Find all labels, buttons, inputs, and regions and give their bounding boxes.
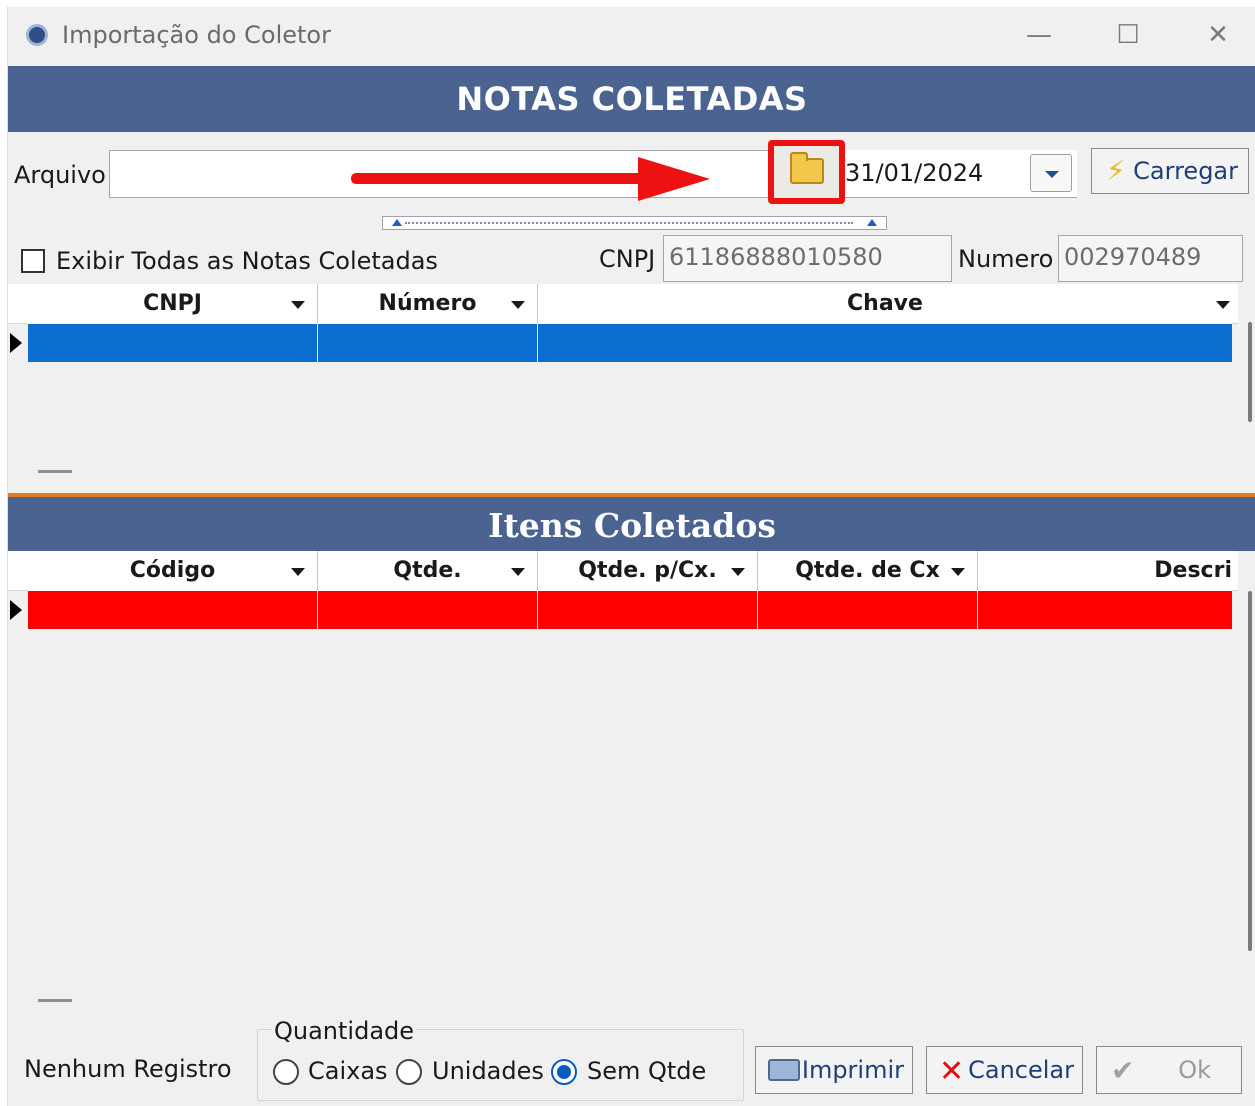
- column-header-descricao[interactable]: Descri: [978, 551, 1232, 591]
- folder-icon: [790, 152, 824, 184]
- exibir-todas-checkbox[interactable]: [21, 249, 45, 273]
- column-header-qtde[interactable]: Qtde.: [318, 551, 538, 591]
- lightning-icon: ⚡: [1106, 154, 1126, 187]
- radio-unidades-label[interactable]: Unidades: [432, 1057, 544, 1085]
- table-cell: [538, 591, 758, 629]
- cancelar-label: Cancelar: [968, 1056, 1074, 1084]
- column-header-qtde-por-cx[interactable]: Qtde. p/Cx.: [538, 551, 758, 591]
- arquivo-label: Arquivo: [14, 161, 106, 189]
- radio-caixas-label[interactable]: Caixas: [308, 1057, 388, 1085]
- vertical-scrollbar[interactable]: [1248, 591, 1252, 951]
- column-header-codigo[interactable]: Código: [28, 551, 318, 591]
- window-title: Importação do Coletor: [62, 21, 331, 49]
- filter-dropdown-icon[interactable]: [951, 568, 965, 576]
- column-label: Chave: [847, 291, 923, 316]
- filter-dropdown-icon[interactable]: [1216, 301, 1230, 309]
- annotation-arrow-head: [638, 157, 710, 201]
- numero-field[interactable]: 002970489: [1058, 235, 1243, 282]
- column-header-cnpj[interactable]: CNPJ: [28, 284, 318, 324]
- column-label: Qtde. p/Cx.: [578, 558, 717, 583]
- radio-sem-qtde[interactable]: [551, 1059, 577, 1085]
- cancel-x-icon: ✕: [939, 1054, 965, 1089]
- table-cell: [758, 591, 978, 629]
- notas-grid-header: CNPJ Número Chave: [8, 284, 1238, 324]
- table-cell: [318, 324, 538, 362]
- row-pointer-icon: [10, 333, 22, 353]
- title-bar: Importação do Coletor — ☐ ✕: [8, 7, 1255, 65]
- itens-grid-header: Código Qtde. Qtde. p/Cx. Qtde. de Cx Des…: [8, 551, 1238, 591]
- open-file-button[interactable]: [768, 140, 845, 204]
- notas-header: NOTAS COLETADAS: [8, 66, 1255, 132]
- itens-grid[interactable]: Código Qtde. Qtde. p/Cx. Qtde. de Cx Des…: [8, 551, 1252, 985]
- ok-label: Ok: [1178, 1056, 1211, 1084]
- itens-header: Itens Coletados: [8, 493, 1255, 551]
- vertical-scrollbar[interactable]: [1248, 322, 1252, 422]
- radio-sem-qtde-label[interactable]: Sem Qtde: [587, 1057, 706, 1085]
- exibir-todas-label[interactable]: Exibir Todas as Notas Coletadas: [56, 247, 438, 275]
- filter-dropdown-icon[interactable]: [511, 301, 525, 309]
- quantidade-legend: Quantidade: [272, 1017, 417, 1045]
- itens-status-indicator: [38, 999, 72, 1002]
- annotation-arrow: [351, 173, 649, 184]
- table-row[interactable]: [28, 591, 1232, 629]
- close-button[interactable]: ✕: [1195, 15, 1241, 55]
- column-header-numero[interactable]: Número: [318, 284, 538, 324]
- column-label: CNPJ: [143, 291, 202, 316]
- checkmark-icon: ✔: [1111, 1054, 1135, 1087]
- filter-dropdown-icon[interactable]: [291, 568, 305, 576]
- filter-dropdown-icon[interactable]: [291, 301, 305, 309]
- minimize-button[interactable]: —: [1016, 15, 1062, 55]
- printer-icon: [768, 1059, 800, 1081]
- imprimir-button[interactable]: Imprimir: [755, 1046, 913, 1094]
- table-cell: [28, 324, 318, 362]
- column-label: Descri: [1154, 558, 1232, 583]
- row-pointer-icon: [10, 600, 22, 620]
- numero-label: Numero: [958, 245, 1054, 273]
- splitter-up-icon: [867, 219, 877, 226]
- maximize-button[interactable]: ☐: [1105, 15, 1151, 55]
- imprimir-label: Imprimir: [801, 1056, 904, 1084]
- radio-caixas[interactable]: [273, 1059, 299, 1085]
- splitter-dots: [405, 222, 853, 224]
- splitter-up-icon: [392, 219, 402, 226]
- radio-unidades[interactable]: [396, 1059, 422, 1085]
- date-dropdown-button[interactable]: [1030, 154, 1072, 192]
- date-value: 31/01/2024: [845, 159, 984, 187]
- column-label: Qtde. de Cx: [795, 558, 940, 583]
- carregar-label: Carregar: [1133, 157, 1238, 185]
- cancelar-button[interactable]: ✕ Cancelar: [926, 1046, 1083, 1094]
- table-cell: [318, 591, 538, 629]
- import-window: Importação do Coletor — ☐ ✕ NOTAS COLETA…: [7, 7, 1255, 1106]
- record-status: Nenhum Registro: [24, 1055, 232, 1083]
- notas-status-indicator: [38, 470, 72, 473]
- cnpj-field[interactable]: 61186888010580: [663, 235, 952, 282]
- ok-button[interactable]: ✔ Ok: [1096, 1046, 1242, 1094]
- splitter-handle[interactable]: [382, 216, 887, 230]
- table-row[interactable]: [28, 324, 1232, 362]
- column-header-qtde-de-cx[interactable]: Qtde. de Cx: [758, 551, 978, 591]
- table-cell: [28, 591, 318, 629]
- column-header-chave[interactable]: Chave: [538, 284, 1232, 324]
- column-label: Código: [129, 558, 216, 583]
- notas-grid[interactable]: CNPJ Número Chave: [8, 284, 1252, 456]
- filter-dropdown-icon[interactable]: [511, 568, 525, 576]
- column-label: Qtde.: [393, 558, 462, 583]
- cnpj-label: CNPJ: [599, 245, 656, 273]
- column-label: Número: [378, 291, 477, 316]
- carregar-button[interactable]: ⚡ Carregar: [1091, 148, 1249, 194]
- filter-dropdown-icon[interactable]: [731, 568, 745, 576]
- app-icon: [26, 24, 48, 46]
